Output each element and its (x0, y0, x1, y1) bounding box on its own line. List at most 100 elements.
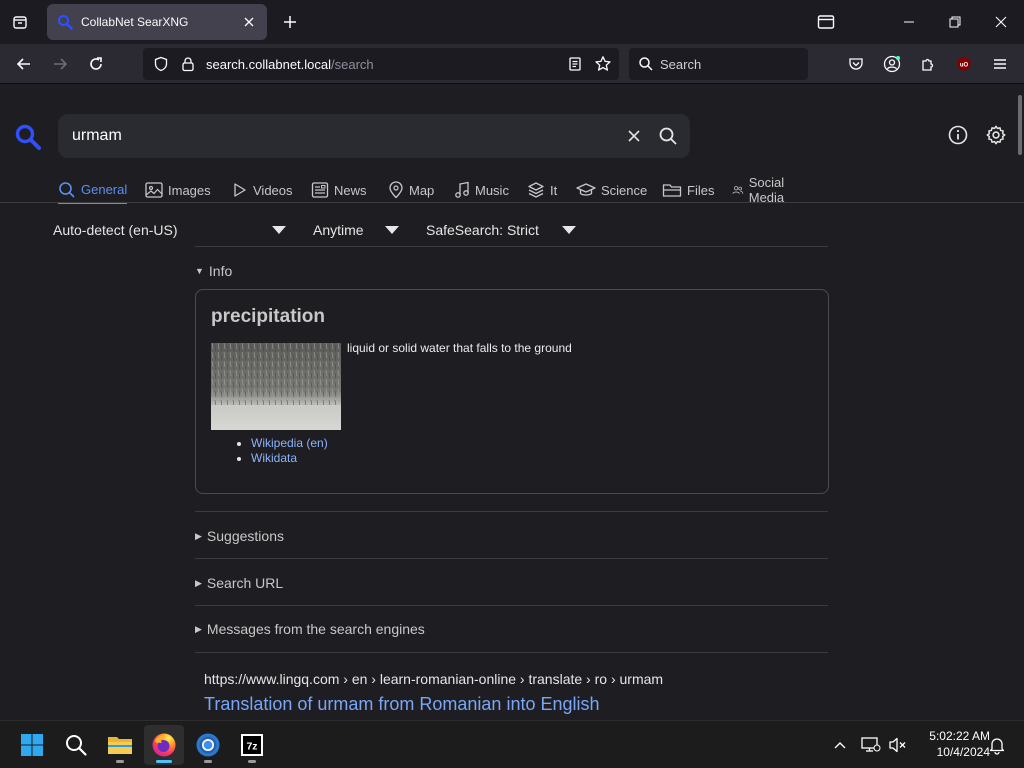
forward-button[interactable] (48, 52, 72, 76)
chevron-down-icon (385, 226, 399, 234)
address-bar[interactable]: search.collabnet.local/search (143, 48, 619, 80)
layers-icon (528, 182, 544, 198)
firefox-view-icon[interactable] (814, 10, 838, 34)
running-indicator (204, 760, 212, 763)
taskbar-firefox[interactable] (144, 725, 184, 765)
start-button[interactable] (12, 725, 52, 765)
tab-title: CollabNet SearXNG (81, 15, 189, 29)
section-label: Messages from the search engines (206, 621, 425, 637)
taskbar-7zip[interactable]: 7z (232, 725, 272, 765)
hamburger-menu-icon[interactable] (988, 52, 1012, 76)
close-window-button[interactable] (978, 0, 1024, 44)
tab-map[interactable]: Map (388, 177, 434, 203)
settings-gear-icon[interactable] (985, 124, 1007, 146)
page-scrollbar[interactable] (1018, 95, 1022, 155)
infobox-image[interactable] (211, 343, 341, 430)
search-icon (66, 735, 87, 756)
browser-tab-active[interactable]: CollabNet SearXNG (47, 4, 267, 40)
image-icon (145, 182, 163, 198)
restore-window-button[interactable] (932, 0, 978, 44)
tab-images[interactable]: Images (145, 177, 211, 203)
infobox-link-wikipedia[interactable]: Wikipedia (en) (251, 436, 328, 451)
running-indicator (116, 760, 124, 763)
shield-icon[interactable] (153, 56, 169, 72)
search-url-toggle[interactable]: ▶ Search URL (195, 575, 283, 591)
taskbar-search-button[interactable] (56, 725, 96, 765)
tab-label: News (334, 182, 367, 198)
reload-button[interactable] (84, 52, 108, 76)
suggestions-toggle[interactable]: ▶ Suggestions (195, 528, 284, 544)
link-text[interactable]: Wikipedia (en) (251, 436, 328, 450)
show-hidden-icons-chevron-up-icon[interactable] (830, 736, 850, 754)
extensions-icon[interactable] (916, 52, 940, 76)
tab-videos[interactable]: Videos (232, 177, 293, 203)
tab-news[interactable]: News (311, 177, 367, 203)
tab-music[interactable]: Music (454, 177, 509, 203)
searxng-logo-icon[interactable] (14, 123, 42, 151)
url-host: search.collabnet.local (206, 57, 332, 72)
people-icon (732, 186, 744, 194)
time-range-select[interactable]: Anytime (313, 215, 408, 245)
url-path: /search (331, 57, 374, 72)
url-text[interactable]: search.collabnet.local/search (206, 57, 374, 72)
about-info-icon[interactable] (947, 124, 969, 146)
link-text[interactable]: Wikidata (251, 451, 297, 465)
infobox-description: liquid or solid water that falls to the … (347, 341, 572, 355)
tab-label: General (81, 182, 128, 197)
new-tab-button[interactable] (278, 10, 302, 34)
chrome-icon (196, 733, 220, 757)
tab-social-media[interactable]: Social Media (732, 175, 792, 205)
search-query-input[interactable]: urmam (58, 114, 690, 158)
clear-search-icon[interactable] (624, 126, 644, 146)
safesearch-select[interactable]: SafeSearch: Strict (426, 215, 578, 245)
result-url[interactable]: https://www.lingq.com › en › learn-roman… (204, 671, 663, 687)
browser-search-field[interactable]: Search (629, 48, 808, 80)
clock-time: 5:02:22 AM (929, 729, 990, 743)
back-button[interactable] (12, 52, 36, 76)
language-select[interactable]: Auto-detect (en-US) (53, 215, 293, 245)
result-title-link[interactable]: Translation of urmam from Romanian into … (204, 694, 600, 715)
tab-it[interactable]: It (527, 177, 557, 203)
newspaper-icon (311, 182, 329, 198)
engine-messages-toggle[interactable]: ▶ Messages from the search engines (195, 621, 425, 637)
lock-icon[interactable] (180, 56, 196, 72)
tab-general[interactable]: General (58, 177, 128, 204)
bookmark-star-icon[interactable] (594, 55, 612, 73)
notification-bell-icon[interactable] (987, 735, 1007, 755)
close-tab-icon[interactable] (241, 14, 257, 30)
tab-files[interactable]: Files (662, 177, 714, 203)
tab-science[interactable]: Science (576, 177, 647, 203)
divider (195, 558, 828, 559)
map-pin-icon (389, 181, 403, 199)
search-icon (59, 181, 75, 198)
infobox: precipitation liquid or solid water that… (195, 289, 829, 494)
system-clock[interactable]: 5:02:22 AM 10/4/2024 (912, 728, 990, 760)
volume-muted-icon[interactable] (887, 735, 909, 755)
search-icon (639, 57, 653, 71)
language-value: Auto-detect (en-US) (53, 222, 178, 238)
category-divider (0, 202, 1024, 203)
minimize-window-button[interactable] (886, 0, 932, 44)
infobox-link-wikidata[interactable]: Wikidata (251, 451, 328, 466)
windows-start-icon (21, 734, 43, 756)
reader-view-icon[interactable] (567, 56, 583, 72)
submit-search-icon[interactable] (657, 125, 679, 147)
navigation-toolbar: search.collabnet.local/search Search uO (0, 44, 1024, 84)
section-label: Suggestions (206, 528, 284, 544)
infobox-links: Wikipedia (en) Wikidata (251, 436, 328, 466)
triangle-down-icon: ▼ (195, 266, 204, 276)
tab-label: Files (687, 182, 715, 198)
info-section-toggle[interactable]: ▼ Info (195, 263, 232, 279)
account-icon[interactable] (880, 52, 904, 76)
clock-date: 10/4/2024 (936, 745, 990, 759)
ublock-origin-icon[interactable]: uO (952, 52, 976, 76)
svg-text:uO: uO (960, 63, 969, 69)
pocket-icon[interactable] (844, 52, 868, 76)
network-icon[interactable] (860, 735, 882, 755)
section-label: Search URL (206, 575, 284, 591)
taskbar-chrome[interactable] (188, 725, 228, 765)
time-range-value: Anytime (313, 222, 364, 238)
active-indicator (156, 760, 172, 763)
taskbar-file-explorer[interactable] (100, 725, 140, 765)
tab-list-icon[interactable] (8, 10, 32, 34)
